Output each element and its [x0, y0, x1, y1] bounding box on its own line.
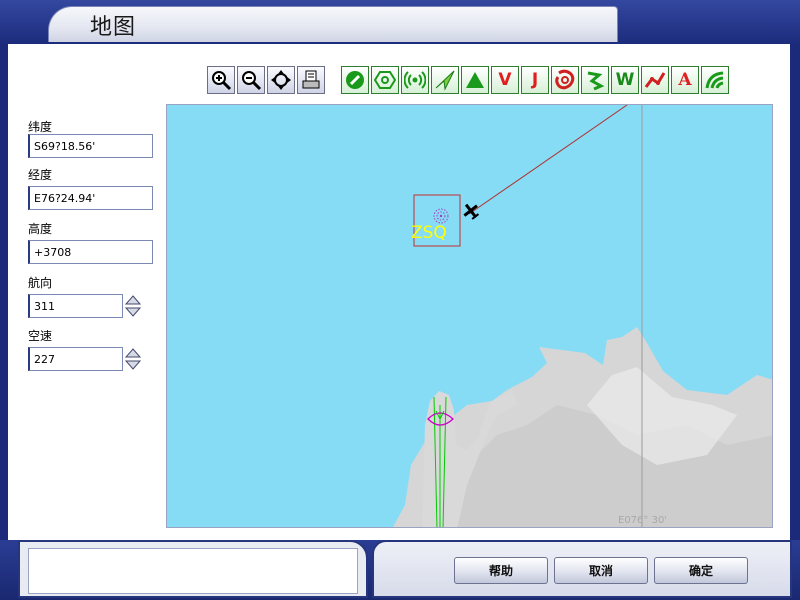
- status-panel: [18, 540, 368, 598]
- help-button[interactable]: 帮助: [454, 557, 548, 584]
- ok-button[interactable]: 确定: [654, 557, 748, 584]
- airport-arrow-icon: [435, 70, 455, 91]
- terrain-line-icon: [587, 71, 605, 91]
- jet-airway-button[interactable]: J: [521, 66, 549, 94]
- pan-center-button[interactable]: [267, 66, 295, 94]
- zoom-in-icon: [212, 71, 232, 91]
- hl-route-icon: [644, 72, 666, 88]
- altitude-text-button[interactable]: A: [671, 66, 699, 94]
- heading-spinner[interactable]: [124, 294, 142, 318]
- map-view[interactable]: ZSQ E076° 30': [166, 104, 773, 528]
- waypoint-button[interactable]: W: [611, 66, 639, 94]
- airspeed-field[interactable]: 227: [28, 347, 123, 371]
- radio-signal-button[interactable]: [401, 66, 429, 94]
- map-dialog: 地图 V J W A 纬度 S69?18.56' 经度 E76?24.94' 高…: [0, 0, 800, 600]
- print-button[interactable]: [297, 66, 325, 94]
- altitude-text-icon: A: [678, 70, 692, 90]
- airport-button[interactable]: [431, 66, 459, 94]
- longitude-field[interactable]: E76?24.94': [28, 186, 153, 210]
- latitude-field[interactable]: S69?18.56': [28, 134, 153, 158]
- jet-airway-icon: J: [531, 70, 539, 90]
- victor-airway-button[interactable]: V: [491, 66, 519, 94]
- frame-right-border: [790, 44, 800, 544]
- hl-route-button[interactable]: [641, 66, 669, 94]
- view-toolbar: [207, 66, 325, 94]
- zoom-out-icon: [242, 71, 262, 91]
- zoom-out-button[interactable]: [237, 66, 265, 94]
- airspace-boundary-icon: [555, 69, 575, 90]
- waypoint-icon: W: [615, 70, 635, 90]
- station-label: ZSQ: [411, 223, 447, 243]
- heading-field[interactable]: 311: [28, 294, 123, 318]
- radio-signal-icon: [404, 71, 426, 89]
- airspeed-label: 空速: [28, 329, 53, 343]
- airspace-boundary-button[interactable]: [551, 66, 579, 94]
- print-icon: [302, 70, 320, 89]
- status-box: [28, 548, 358, 594]
- window-title: 地图: [90, 15, 137, 40]
- map-canvas: [167, 105, 772, 527]
- cancel-button[interactable]: 取消: [554, 557, 648, 584]
- victor-airway-icon: V: [498, 70, 512, 90]
- intersection-button[interactable]: [461, 66, 489, 94]
- longitude-label-text: E076° 30': [618, 515, 668, 526]
- pan-center-icon: [271, 70, 291, 90]
- longitude-label: 经度: [28, 168, 53, 182]
- heading-label: 航向: [28, 276, 53, 290]
- vor-dme-icon: [346, 71, 364, 89]
- altitude-label: 高度: [28, 222, 53, 236]
- ndb-hexagon-icon: [374, 71, 396, 89]
- vor-dme-button[interactable]: [341, 66, 369, 94]
- vectors-button[interactable]: [701, 66, 729, 94]
- triangle-intersection-icon: [466, 72, 484, 88]
- latitude-label: 纬度: [28, 120, 53, 134]
- terrain-line-button[interactable]: [581, 66, 609, 94]
- filter-toolbar: V J W A: [341, 66, 729, 94]
- frame-left-border: [0, 44, 8, 544]
- altitude-field[interactable]: +3708: [28, 240, 153, 264]
- ndb-button[interactable]: [371, 66, 399, 94]
- airspeed-spinner[interactable]: [124, 347, 142, 371]
- zoom-in-button[interactable]: [207, 66, 235, 94]
- vectors-icon: [705, 71, 724, 89]
